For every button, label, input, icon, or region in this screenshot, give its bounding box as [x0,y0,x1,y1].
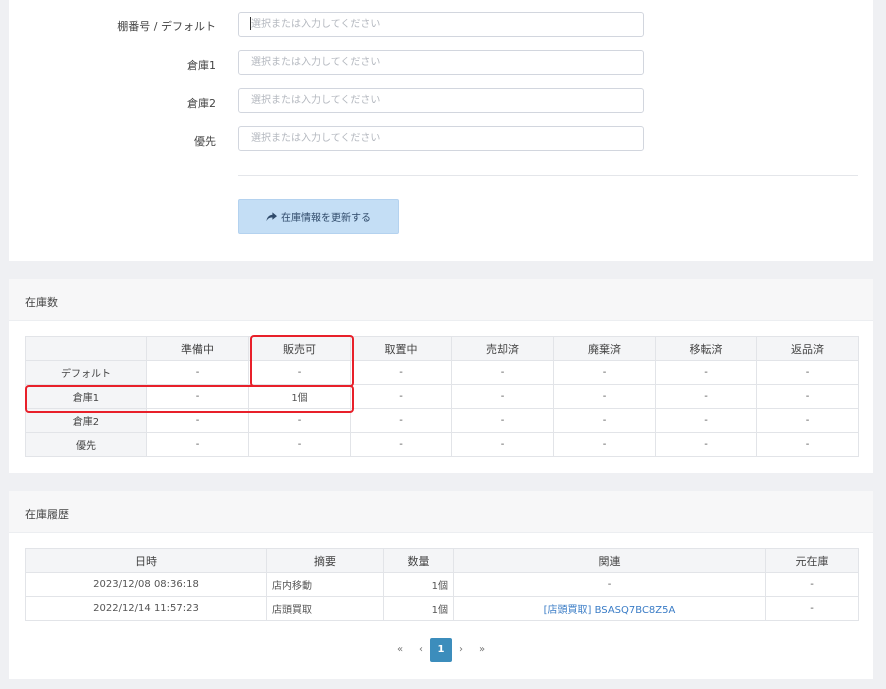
field-label-default: 棚番号 / デフォルト [117,20,216,33]
stock-table: 準備中 販売可 取置中 売却済 廃棄済 移転済 返品済 デフォルト - - - … [25,336,859,457]
field-label-warehouse2: 倉庫2 [187,97,216,110]
history-origin: - [765,572,859,597]
stock-cell: - [350,408,452,433]
stock-cell: - [756,384,859,409]
pagination-page-1[interactable]: 1 [430,638,452,662]
stock-row-label: デフォルト [25,360,147,385]
stock-cell: - [553,408,656,433]
pagination-prev[interactable]: ‹ [410,638,432,662]
stock-col-sold: 売却済 [451,336,554,361]
stock-cell: - [146,384,249,409]
table-row: 倉庫1 - 1個 - - - - - [25,384,859,409]
stock-cell: - [146,360,249,385]
stock-cell: - [146,408,249,433]
stock-row-label: 優先 [25,432,147,457]
history-related: - [453,572,766,597]
stock-cell: - [451,408,554,433]
history-col-related: 関連 [453,548,766,573]
stock-cell: - [451,384,554,409]
text-caret [250,17,251,30]
history-qty: 1個 [383,596,454,621]
update-stock-button[interactable]: 在庫情報を更新する [238,199,399,234]
pagination-first[interactable]: « [389,638,411,662]
stock-panel-header: 在庫数 [9,279,873,321]
stock-panel-title: 在庫数 [25,296,58,309]
stock-cell: - [553,384,656,409]
table-row: 倉庫2 - - - - - - - [25,408,859,433]
history-col-origin: 元在庫 [765,548,859,573]
stock-cell: - [350,432,452,457]
stock-col-transferred: 移転済 [655,336,757,361]
history-panel-header: 在庫履歴 [9,491,873,533]
stock-row-label: 倉庫1 [25,384,147,409]
history-summary: 店内移動 [266,572,384,597]
stock-cell: - [553,360,656,385]
field-label-warehouse1: 倉庫1 [187,59,216,72]
warehouse2-shelf-input[interactable] [238,88,644,113]
stock-col-preparing: 準備中 [146,336,249,361]
history-col-qty: 数量 [383,548,454,573]
stock-table-header: 準備中 販売可 取置中 売却済 廃棄済 移転済 返品済 [25,336,859,361]
history-panel-title: 在庫履歴 [25,508,69,521]
stock-cell: - [655,432,757,457]
stock-cell: - [248,432,351,457]
table-row: デフォルト - - - - - - - [25,360,859,385]
history-related-link[interactable]: [店頭買取] BSASQ7BC8Z5A [453,596,766,621]
stock-count-panel: 在庫数 準備中 販売可 取置中 売却済 廃棄済 移転済 返品済 デフォルト - … [9,279,873,473]
stock-cell: 1個 [248,384,351,409]
stock-cell: - [756,408,859,433]
table-row: 2023/12/08 08:36:18 店内移動 1個 - - [25,572,859,597]
history-table-header: 日時 摘要 数量 関連 元在庫 [25,548,859,573]
stock-cell: - [655,408,757,433]
stock-cell: - [248,408,351,433]
stock-cell: - [350,384,452,409]
table-row: 優先 - - - - - - - [25,432,859,457]
history-qty: 1個 [383,572,454,597]
field-label-priority: 優先 [194,135,216,148]
warehouse1-shelf-input[interactable] [238,50,644,75]
pagination-next[interactable]: › [450,638,472,662]
stock-col-returned: 返品済 [756,336,859,361]
stock-col-disposed: 廃棄済 [553,336,656,361]
stock-cell: - [756,432,859,457]
share-arrow-icon [266,211,277,221]
stock-cell: - [451,360,554,385]
form-divider [238,175,858,176]
stock-history-panel: 在庫履歴 日時 摘要 数量 関連 元在庫 2023/12/08 08:36:18… [9,491,873,679]
stock-col-available: 販売可 [248,336,351,361]
stock-cell: - [451,432,554,457]
stock-cell: - [756,360,859,385]
stock-row-label: 倉庫2 [25,408,147,433]
update-stock-button-label: 在庫情報を更新する [281,213,371,224]
stock-cell: - [248,360,351,385]
history-datetime: 2023/12/08 08:36:18 [25,572,267,597]
stock-cell: - [146,432,249,457]
stock-cell: - [655,384,757,409]
history-summary: 店頭買取 [266,596,384,621]
stock-cell: - [350,360,452,385]
stock-col-reserved: 取置中 [350,336,452,361]
stock-cell: - [655,360,757,385]
default-shelf-input[interactable] [238,12,644,37]
table-row: 2022/12/14 11:57:23 店頭買取 1個 [店頭買取] BSASQ… [25,596,859,621]
history-col-summary: 摘要 [266,548,384,573]
history-datetime: 2022/12/14 11:57:23 [25,596,267,621]
pagination-last[interactable]: » [471,638,493,662]
history-table: 日時 摘要 数量 関連 元在庫 2023/12/08 08:36:18 店内移動… [25,548,859,621]
stock-cell: - [553,432,656,457]
history-origin: - [765,596,859,621]
history-col-datetime: 日時 [25,548,267,573]
priority-shelf-input[interactable] [238,126,644,151]
shelf-form-panel: 棚番号 / デフォルト 倉庫1 倉庫2 優先 在庫情報を更新する [9,0,873,261]
stock-col-corner [25,336,147,361]
